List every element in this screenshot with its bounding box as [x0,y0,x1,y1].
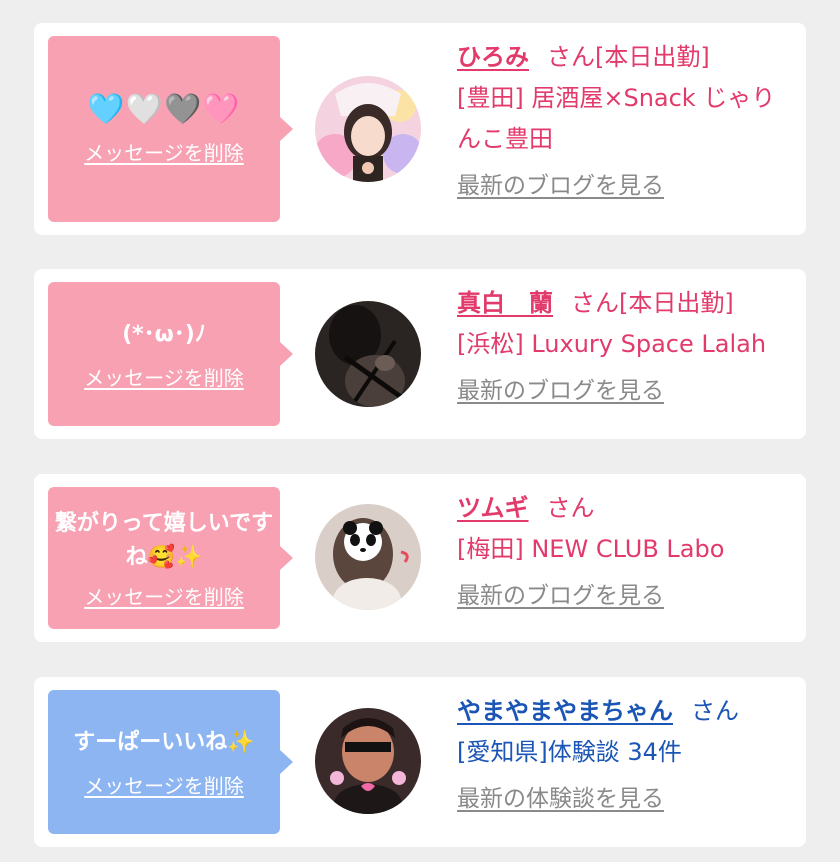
user-title-line: ツムギ さん [457,488,788,529]
message-bubble: (*･ω･)ﾉ メッセージを削除 [48,282,293,426]
user-title-line: 真白 蘭さん[本日出勤] [457,283,788,324]
avatar-photo-icon [315,708,421,814]
shop-label: [梅田] NEW CLUB Labo [457,535,725,563]
avatar[interactable] [315,504,421,610]
message-card: (*･ω･)ﾉ メッセージを削除 真白 蘭さん[本日出勤] [浜松] Luxur… [34,269,806,439]
user-info: ひろみ さん[本日出勤] [豊田] 居酒屋×Snack じゃりんこ豊田 最新のブロ… [457,37,788,207]
user-title-line: やまやまやまちゃん さん [457,691,788,732]
message-bubble: 🩵🤍🩶🩷 メッセージを削除 [48,36,293,222]
user-title-line: ひろみ さん[本日出勤] [457,37,788,78]
user-name-link[interactable]: 真白 蘭 [457,289,553,317]
message-card: すーぱーいいね✨ メッセージを削除 やまやまやまちゃん さん [愛知県]体験談 3… [34,677,806,847]
delete-message-link[interactable]: メッセージを削除 [84,581,244,610]
latest-blog-link[interactable]: 最新のブログを見る [457,576,788,617]
user-name-link[interactable]: ひろみ [457,43,529,71]
message-text: 🩵🤍🩶🩷 [87,91,241,127]
message-text: (*･ω･)ﾉ [122,321,206,347]
latest-blog-link[interactable]: 最新のブログを見る [457,166,788,207]
avatar[interactable] [315,708,421,814]
user-info: 真白 蘭さん[本日出勤] [浜松] Luxury Space Lalah 最新の… [457,283,788,412]
avatar[interactable] [315,76,421,182]
user-name-link[interactable]: やまやまやまちゃん [457,697,673,725]
status-label: [本日出勤] [595,43,710,71]
delete-message-link[interactable]: メッセージを削除 [84,362,244,391]
avatar[interactable] [315,301,421,407]
status-label: [本日出勤] [619,289,734,317]
delete-message-link[interactable]: メッセージを削除 [84,137,244,166]
user-info: ツムギ さん [梅田] NEW CLUB Labo 最新のブログを見る [457,488,788,617]
avatar-photo-icon [315,76,421,182]
latest-blog-link[interactable]: 最新のブログを見る [457,371,788,412]
latest-report-link[interactable]: 最新の体験談を見る [457,779,788,820]
honorific: さん [547,43,595,71]
user-info: やまやまやまちゃん さん [愛知県]体験談 34件 最新の体験談を見る [457,691,788,820]
honorific: さん [571,289,619,317]
shop-label: [愛知県]体験談 34件 [457,738,682,766]
message-text: すーぱーいいね✨ [73,729,255,755]
user-name-link[interactable]: ツムギ [457,494,529,522]
message-card: 🩵🤍🩶🩷 メッセージを削除 ひろみ さん[本日出勤] [豊田] 居酒屋×Snack… [34,23,806,235]
message-text: 繋がりって嬉しいですね🥰✨ [54,510,274,570]
honorific: さん [546,494,595,522]
shop-label: [豊田] 居酒屋×Snack じゃりんこ豊田 [457,84,776,153]
delete-message-link[interactable]: メッセージを削除 [84,770,244,799]
message-bubble: すーぱーいいね✨ メッセージを削除 [48,690,293,834]
avatar-photo-icon [315,504,421,610]
message-bubble: 繋がりって嬉しいですね🥰✨ メッセージを削除 [48,487,293,629]
message-card: 繋がりって嬉しいですね🥰✨ メッセージを削除 ツムギ さん [梅田] NEW CL… [34,474,806,642]
honorific: さん [691,697,739,725]
avatar-photo-icon [315,301,421,407]
shop-label: [浜松] Luxury Space Lalah [457,330,767,358]
